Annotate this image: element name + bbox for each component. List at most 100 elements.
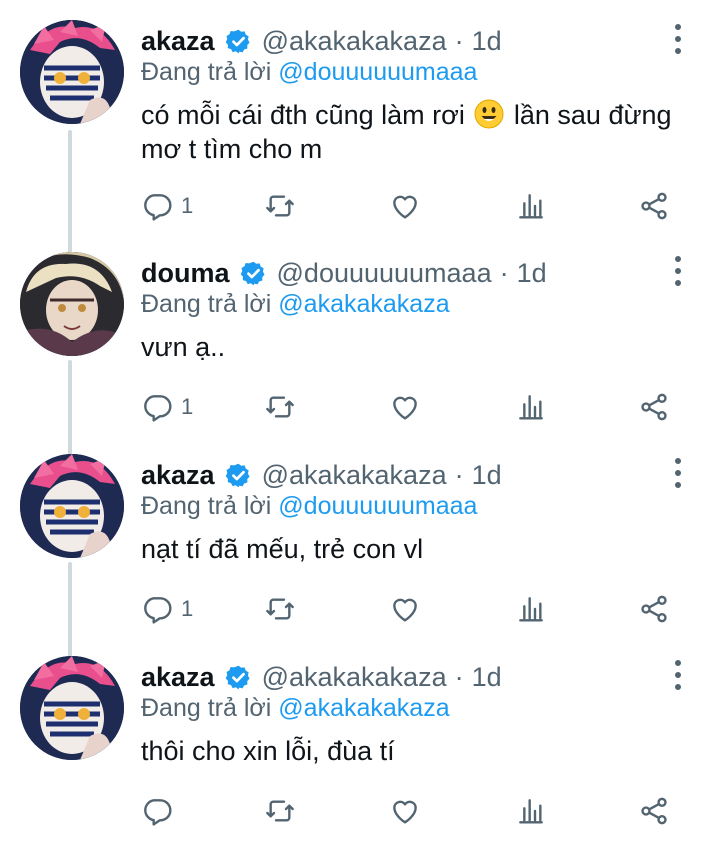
mention-link[interactable]: @akakakakaza <box>278 694 449 722</box>
heart-icon <box>393 598 417 622</box>
user-handle[interactable]: @akakakakaza <box>262 460 447 491</box>
replying-prefix: Đang trả lời <box>141 694 272 722</box>
avatar[interactable] <box>20 20 124 124</box>
mention-link[interactable]: @akakakakaza <box>278 290 449 318</box>
bar-chart-icon <box>519 597 543 622</box>
reply-count: 1 <box>181 193 194 218</box>
views-button[interactable] <box>515 186 547 226</box>
retweet-button[interactable] <box>264 387 296 427</box>
views-button[interactable] <box>515 791 547 831</box>
reply-button[interactable]: 1 <box>141 589 193 629</box>
verified-badge-icon <box>240 261 265 285</box>
share-icon <box>641 192 667 220</box>
reply-button[interactable]: 1 <box>141 387 193 427</box>
more-vertical-icon[interactable] <box>664 458 692 488</box>
display-name[interactable]: akaza <box>141 662 215 693</box>
retweet-button[interactable] <box>264 791 296 831</box>
tweet-actions: 1 <box>0 186 719 226</box>
avatar[interactable] <box>20 454 124 558</box>
replying-prefix: Đang trả lời <box>141 58 272 86</box>
smiling-face-emoji-icon <box>474 99 504 129</box>
avatar[interactable] <box>20 252 124 356</box>
avatar[interactable] <box>20 656 124 760</box>
replying-prefix: Đang trả lời <box>141 492 272 520</box>
reply-button[interactable]: 1 <box>141 186 193 226</box>
timestamp[interactable]: 1d <box>517 258 547 289</box>
tweet-text: nạt tí đã mếu, trẻ con vl <box>141 534 424 564</box>
tweet-text: có mỗi cái đth cũng làm rơi lần sau đừng… <box>141 98 701 166</box>
verified-badge-icon <box>225 463 250 487</box>
replying-to: Đang trả lời @akakakakaza <box>141 694 450 723</box>
share-button[interactable] <box>638 589 670 629</box>
user-handle[interactable]: @akakakakaza <box>262 26 447 57</box>
heart-icon <box>393 396 417 420</box>
share-icon <box>641 595 667 623</box>
tweet-header: akaza @akakakakaza · 1d <box>141 24 502 58</box>
tweet[interactable]: akaza @akakakakaza · 1d Đang trả lời @do… <box>0 0 719 221</box>
reply-count: 1 <box>181 394 194 419</box>
display-name[interactable]: akaza <box>141 460 215 491</box>
like-button[interactable] <box>389 387 421 427</box>
share-icon <box>641 797 667 825</box>
display-name[interactable]: douma <box>141 258 230 289</box>
bar-chart-icon <box>519 395 543 420</box>
timestamp[interactable]: 1d <box>472 460 502 491</box>
separator-dot: · <box>454 459 464 490</box>
separator-dot: · <box>499 257 509 288</box>
reply-button[interactable] <box>141 791 181 831</box>
bar-chart-icon <box>519 194 543 219</box>
tweet[interactable]: akaza @akakakakaza · 1d Đang trả lời @do… <box>0 434 719 636</box>
tweet-text: vưn ạ.. <box>141 332 226 362</box>
verified-badge-icon <box>225 29 250 53</box>
reply-thread: akaza @akakakakaza · 1d Đang trả lời @do… <box>0 0 719 843</box>
views-button[interactable] <box>515 589 547 629</box>
user-handle[interactable]: @akakakakaza <box>262 662 447 693</box>
views-button[interactable] <box>515 387 547 427</box>
share-button[interactable] <box>638 387 670 427</box>
replying-prefix: Đang trả lời <box>141 290 272 318</box>
like-button[interactable] <box>389 186 421 226</box>
like-button[interactable] <box>389 791 421 831</box>
retweet-icon <box>266 800 294 822</box>
share-icon <box>641 393 667 421</box>
replying-to: Đang trả lời @akakakakaza <box>141 290 450 319</box>
user-handle[interactable]: @douuuuuumaaa <box>277 258 492 289</box>
display-name[interactable]: akaza <box>141 26 215 57</box>
replying-to: Đang trả lời @douuuuuumaaa <box>141 58 477 87</box>
reply-count: 1 <box>181 596 194 621</box>
bar-chart-icon <box>519 799 543 824</box>
timestamp[interactable]: 1d <box>472 26 502 57</box>
more-vertical-icon[interactable] <box>664 256 692 286</box>
replying-to: Đang trả lời @douuuuuumaaa <box>141 492 477 521</box>
heart-icon <box>393 800 417 824</box>
timestamp[interactable]: 1d <box>472 662 502 693</box>
reply-icon <box>144 597 172 624</box>
tweet-actions <box>0 791 719 831</box>
tweet-header: akaza @akakakakaza · 1d <box>141 660 502 694</box>
share-button[interactable] <box>638 791 670 831</box>
more-vertical-icon[interactable] <box>664 24 692 54</box>
retweet-icon <box>266 396 294 418</box>
tweet[interactable]: douma @douuuuuumaaa · 1d Đang trả lời @a… <box>0 232 719 434</box>
separator-dot: · <box>454 25 464 56</box>
like-button[interactable] <box>389 589 421 629</box>
tweet-text-part: có mỗi cái đth cũng làm rơi <box>141 100 465 130</box>
mention-link[interactable]: @douuuuuumaaa <box>278 492 477 520</box>
tweet-actions: 1 <box>0 387 719 427</box>
retweet-button[interactable] <box>264 186 296 226</box>
separator-dot: · <box>454 661 464 692</box>
verified-badge-icon <box>225 665 250 689</box>
tweet-header: akaza @akakakakaza · 1d <box>141 458 502 492</box>
retweet-icon <box>266 195 294 217</box>
reply-icon <box>144 194 172 221</box>
reply-icon <box>144 395 172 422</box>
more-vertical-icon[interactable] <box>664 660 692 690</box>
heart-icon <box>393 195 417 219</box>
retweet-button[interactable] <box>264 589 296 629</box>
share-button[interactable] <box>638 186 670 226</box>
reply-icon <box>144 799 172 826</box>
tweet-actions: 1 <box>0 589 719 629</box>
tweet-text: thôi cho xin lỗi, đùa tí <box>141 736 395 766</box>
mention-link[interactable]: @douuuuuumaaa <box>278 58 477 86</box>
tweet[interactable]: akaza @akakakakaza · 1d Đang trả lời @ak… <box>0 636 719 838</box>
